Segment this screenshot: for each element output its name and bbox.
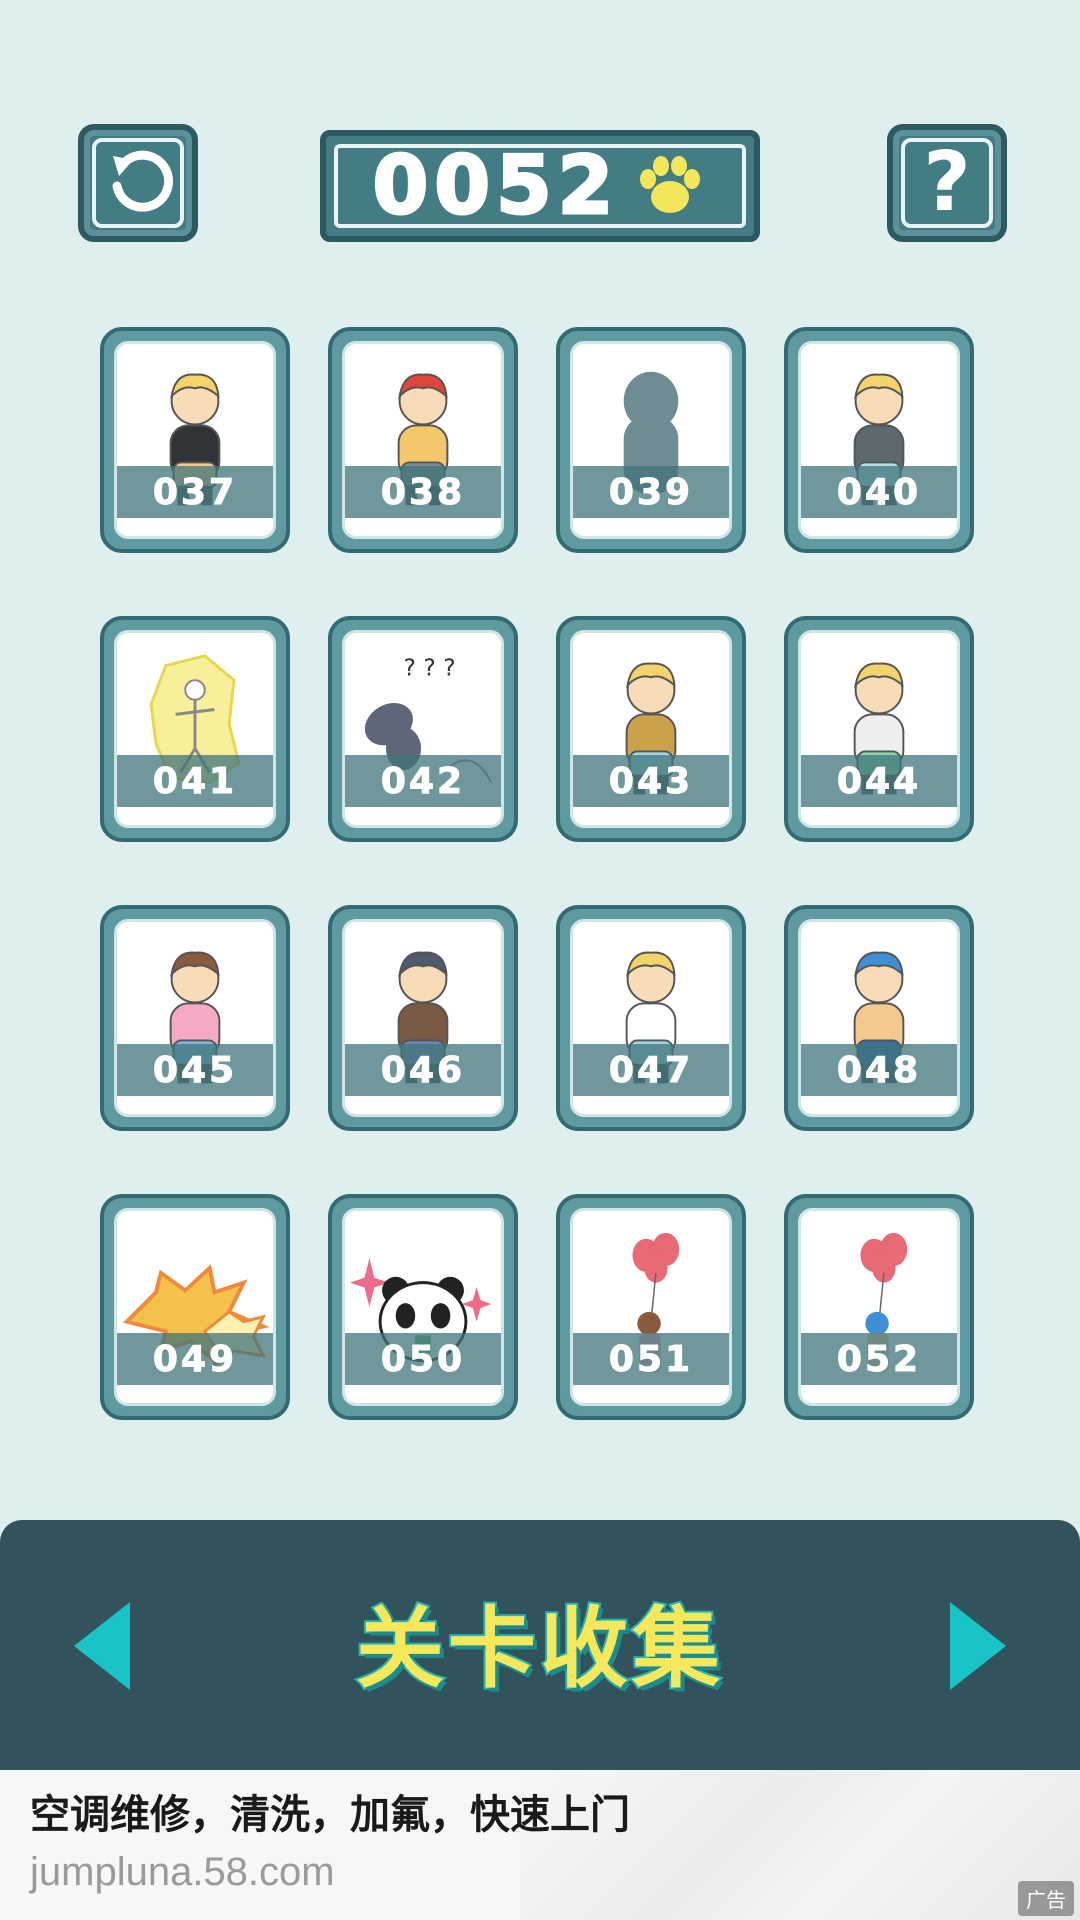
collection-bar: 关卡收集 bbox=[0, 1520, 1080, 1770]
level-number-band: 046 bbox=[345, 1044, 501, 1096]
level-number: 046 bbox=[380, 1049, 466, 1091]
level-number: 038 bbox=[380, 471, 466, 513]
level-number: 047 bbox=[608, 1049, 694, 1091]
level-card[interactable]: 044 bbox=[784, 616, 974, 842]
level-card-face: 048 bbox=[798, 919, 960, 1117]
undo-arrow-icon bbox=[112, 150, 173, 212]
level-card-face: 052 bbox=[798, 1208, 960, 1406]
level-card[interactable]: 041 bbox=[100, 616, 290, 842]
ad-title: 空调维修，清洗，加氟，快速上门 bbox=[30, 1792, 630, 1838]
level-card-face: 038 bbox=[342, 341, 504, 539]
level-number-band: 039 bbox=[573, 466, 729, 518]
level-number-band: 043 bbox=[573, 755, 729, 807]
level-card-face: 043 bbox=[570, 630, 732, 828]
level-grid: 037 038 039 040 041 ? ? ? 042 043 044 04… bbox=[100, 327, 980, 1420]
level-number-band: 045 bbox=[117, 1044, 273, 1096]
triangle-right-icon[interactable] bbox=[942, 1596, 1012, 1696]
level-card[interactable]: 037 bbox=[100, 327, 290, 553]
level-card[interactable]: 039 bbox=[556, 327, 746, 553]
counter-value: 0052 bbox=[371, 139, 620, 232]
level-card[interactable]: 052 bbox=[784, 1194, 974, 1420]
level-number-band: 049 bbox=[117, 1333, 273, 1385]
level-card[interactable]: 043 bbox=[556, 616, 746, 842]
level-card-face: 047 bbox=[570, 919, 732, 1117]
paw-icon bbox=[640, 156, 701, 213]
level-card-face: 051 bbox=[570, 1208, 732, 1406]
level-card-face: 050 bbox=[342, 1208, 504, 1406]
level-card-face: 049 bbox=[114, 1208, 276, 1406]
level-number-band: 040 bbox=[801, 466, 957, 518]
level-number-band: 037 bbox=[117, 466, 273, 518]
help-button[interactable]: ? bbox=[887, 124, 1007, 242]
level-number-band: 051 bbox=[573, 1333, 729, 1385]
level-number: 040 bbox=[836, 471, 922, 513]
level-number-band: 044 bbox=[801, 755, 957, 807]
back-button[interactable] bbox=[78, 124, 198, 242]
level-card-face: ? ? ? 042 bbox=[342, 630, 504, 828]
level-number: 052 bbox=[836, 1338, 922, 1380]
collection-title: 关卡收集 bbox=[354, 1595, 724, 1702]
level-card[interactable]: 038 bbox=[328, 327, 518, 553]
level-number: 044 bbox=[836, 760, 922, 802]
level-number-band: 041 bbox=[117, 755, 273, 807]
level-card[interactable]: 046 bbox=[328, 905, 518, 1131]
level-card-face: 041 bbox=[114, 630, 276, 828]
ad-url: jumpluna.58.com bbox=[30, 1850, 335, 1894]
level-number: 037 bbox=[152, 471, 238, 513]
level-card-face: 045 bbox=[114, 919, 276, 1117]
level-number-band: 048 bbox=[801, 1044, 957, 1096]
level-number-band: 038 bbox=[345, 466, 501, 518]
level-number: 043 bbox=[608, 760, 694, 802]
level-number-band: 052 bbox=[801, 1333, 957, 1385]
level-counter: 0052 bbox=[320, 130, 760, 242]
level-number: 042 bbox=[380, 760, 466, 802]
level-number-band: 047 bbox=[573, 1044, 729, 1096]
level-card[interactable]: ? ? ? 042 bbox=[328, 616, 518, 842]
question-mark-icon: ? bbox=[923, 135, 971, 230]
svg-text:? ? ?: ? ? ? bbox=[404, 653, 456, 681]
level-card[interactable]: 048 bbox=[784, 905, 974, 1131]
level-card[interactable]: 050 bbox=[328, 1194, 518, 1420]
level-number-band: 042 bbox=[345, 755, 501, 807]
level-card-face: 040 bbox=[798, 341, 960, 539]
level-card[interactable]: 047 bbox=[556, 905, 746, 1131]
level-card[interactable]: 049 bbox=[100, 1194, 290, 1420]
level-card-face: 044 bbox=[798, 630, 960, 828]
level-card-face: 039 bbox=[570, 341, 732, 539]
level-number: 041 bbox=[152, 760, 238, 802]
level-number: 051 bbox=[608, 1338, 694, 1380]
level-card-face: 037 bbox=[114, 341, 276, 539]
ad-banner[interactable]: 空调维修，清洗，加氟，快速上门 jumpluna.58.com 广告 bbox=[0, 1770, 1080, 1920]
ad-badge: 广告 bbox=[1018, 1881, 1074, 1916]
level-number-band: 050 bbox=[345, 1333, 501, 1385]
level-card[interactable]: 051 bbox=[556, 1194, 746, 1420]
level-number: 050 bbox=[380, 1338, 466, 1380]
level-number: 049 bbox=[152, 1338, 238, 1380]
level-number: 048 bbox=[836, 1049, 922, 1091]
level-card-face: 046 bbox=[342, 919, 504, 1117]
level-card[interactable]: 040 bbox=[784, 327, 974, 553]
level-number: 045 bbox=[152, 1049, 238, 1091]
level-number: 039 bbox=[608, 471, 694, 513]
level-card[interactable]: 045 bbox=[100, 905, 290, 1131]
